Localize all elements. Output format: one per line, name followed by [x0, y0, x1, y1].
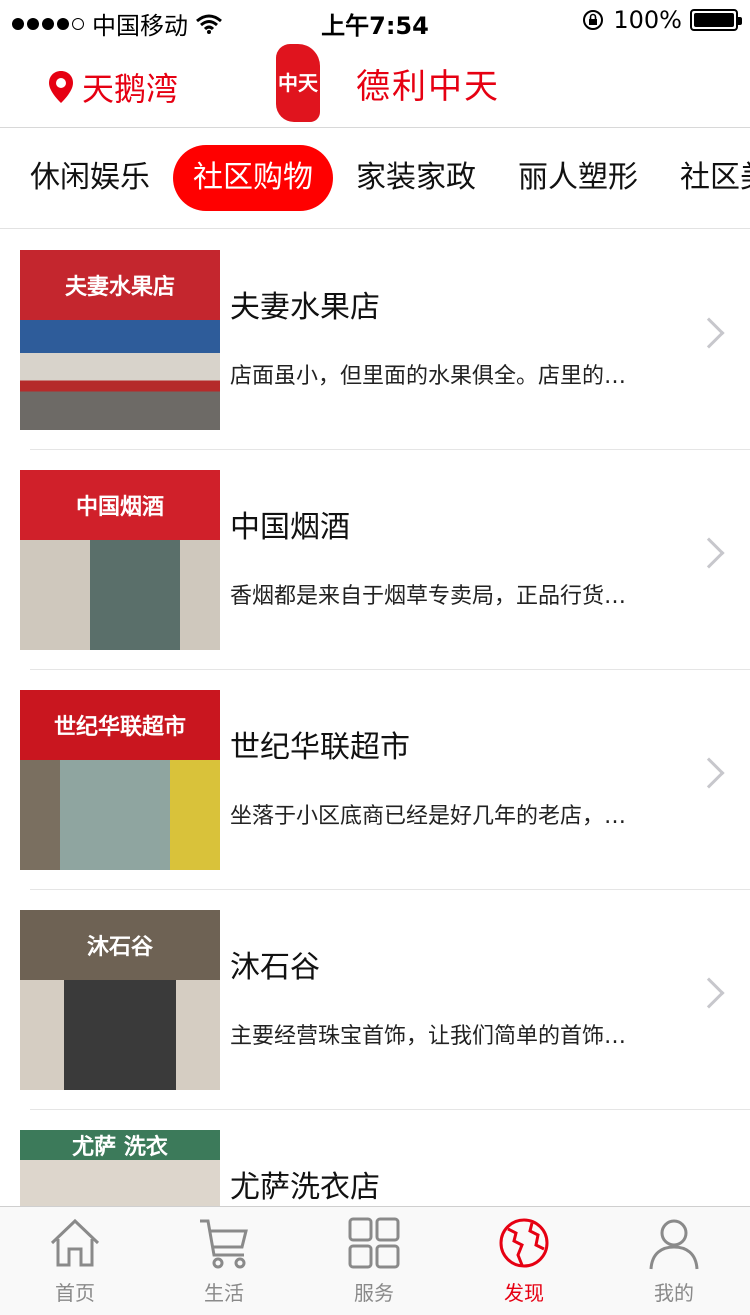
- store-name: 夫妻水果店: [230, 290, 380, 325]
- status-right: 100%: [581, 6, 742, 34]
- list-item[interactable]: 尤萨 洗衣 尤萨洗衣店: [0, 1110, 750, 1206]
- tabbar-services-label: 服务: [354, 1281, 394, 1305]
- tab-home-services[interactable]: 家装家政: [336, 145, 496, 211]
- store-description: 店面虽小，但里面的水果俱全。店里的…: [230, 364, 627, 389]
- tabbar-life-label: 生活: [204, 1281, 244, 1305]
- store-photo: 中国烟酒: [20, 470, 220, 650]
- tabbar-discover-label: 发现: [504, 1281, 544, 1305]
- store-photo: 沐石谷: [20, 910, 220, 1090]
- tabbar-life[interactable]: 生活: [174, 1215, 274, 1306]
- category-tabs: 休闲娱乐 社区购物 家装家政 丽人塑形 社区美: [0, 129, 750, 229]
- brand-name: 德利中天: [356, 66, 500, 107]
- tabbar-mine-label: 我的: [654, 1281, 694, 1305]
- battery-percent: 100%: [613, 6, 682, 34]
- location-selector[interactable]: 天鹅湾: [48, 64, 178, 110]
- tabbar-services[interactable]: 服务: [324, 1215, 424, 1306]
- list-item[interactable]: 世纪华联超市 世纪华联超市 坐落于小区底商已经是好几年的老店，…: [0, 670, 750, 890]
- store-photo-sign: 世纪华联超市: [20, 690, 220, 760]
- store-photo-sign: 夫妻水果店: [20, 250, 220, 320]
- rotation-lock-icon: [583, 10, 604, 30]
- tabbar-home[interactable]: 首页: [25, 1215, 125, 1306]
- brand-logo: 中天: [276, 44, 320, 122]
- battery-icon: [690, 9, 742, 31]
- cart-icon: [200, 1219, 248, 1269]
- list-item[interactable]: 中国烟酒 中国烟酒 香烟都是来自于烟草专卖局，正品行货…: [0, 450, 750, 670]
- grid-icon: [348, 1217, 400, 1269]
- globe-icon: [499, 1218, 549, 1268]
- brand: 中天 德利中天: [276, 44, 500, 122]
- tab-community-shopping[interactable]: 社区购物: [173, 145, 333, 211]
- store-photo: 世纪华联超市: [20, 690, 220, 870]
- store-name: 沐石谷: [230, 950, 320, 985]
- store-description: 主要经营珠宝首饰，让我们简单的首饰…: [230, 1024, 627, 1049]
- tabbar-mine[interactable]: 我的: [624, 1215, 724, 1306]
- tab-beauty[interactable]: 丽人塑形: [498, 145, 658, 211]
- tab-community-more[interactable]: 社区美: [660, 145, 750, 211]
- store-photo-sign: 沐石谷: [20, 910, 220, 980]
- list-item[interactable]: 沐石谷 沐石谷 主要经营珠宝首饰，让我们简单的首饰…: [0, 890, 750, 1110]
- chevron-right-icon: [693, 757, 725, 789]
- app-header: 天鹅湾 中天 德利中天: [0, 40, 750, 128]
- store-photo: 夫妻水果店: [20, 250, 220, 430]
- bottom-tab-bar: 首页 生活 服务 发现 我的: [0, 1206, 750, 1315]
- store-description: 香烟都是来自于烟草专卖局，正品行货…: [230, 584, 627, 609]
- list-item[interactable]: 夫妻水果店 夫妻水果店 店面虽小，但里面的水果俱全。店里的…: [0, 230, 750, 450]
- tab-leisure[interactable]: 休闲娱乐: [10, 145, 170, 211]
- store-photo: 尤萨 洗衣: [20, 1130, 220, 1206]
- store-list: 夫妻水果店 夫妻水果店 店面虽小，但里面的水果俱全。店里的… 中国烟酒 中国烟酒…: [0, 230, 750, 1206]
- store-description: 坐落于小区底商已经是好几年的老店，…: [230, 804, 627, 829]
- tabbar-home-label: 首页: [55, 1281, 95, 1305]
- home-icon: [50, 1218, 100, 1267]
- tabbar-discover[interactable]: 发现: [474, 1215, 574, 1306]
- location-pin-icon: [49, 71, 73, 103]
- chevron-right-icon: [693, 537, 725, 569]
- user-icon: [649, 1219, 699, 1270]
- store-name: 尤萨洗衣店: [230, 1170, 380, 1205]
- store-name: 中国烟酒: [230, 510, 350, 545]
- store-photo-sign: 尤萨 洗衣: [20, 1130, 220, 1160]
- chevron-right-icon: [693, 977, 725, 1009]
- store-photo-sign: 中国烟酒: [20, 470, 220, 540]
- store-name: 世纪华联超市: [230, 730, 410, 765]
- location-label: 天鹅湾: [82, 70, 179, 108]
- chevron-right-icon: [693, 317, 725, 349]
- status-bar: 中国移动 上午7:54 100%: [0, 0, 750, 40]
